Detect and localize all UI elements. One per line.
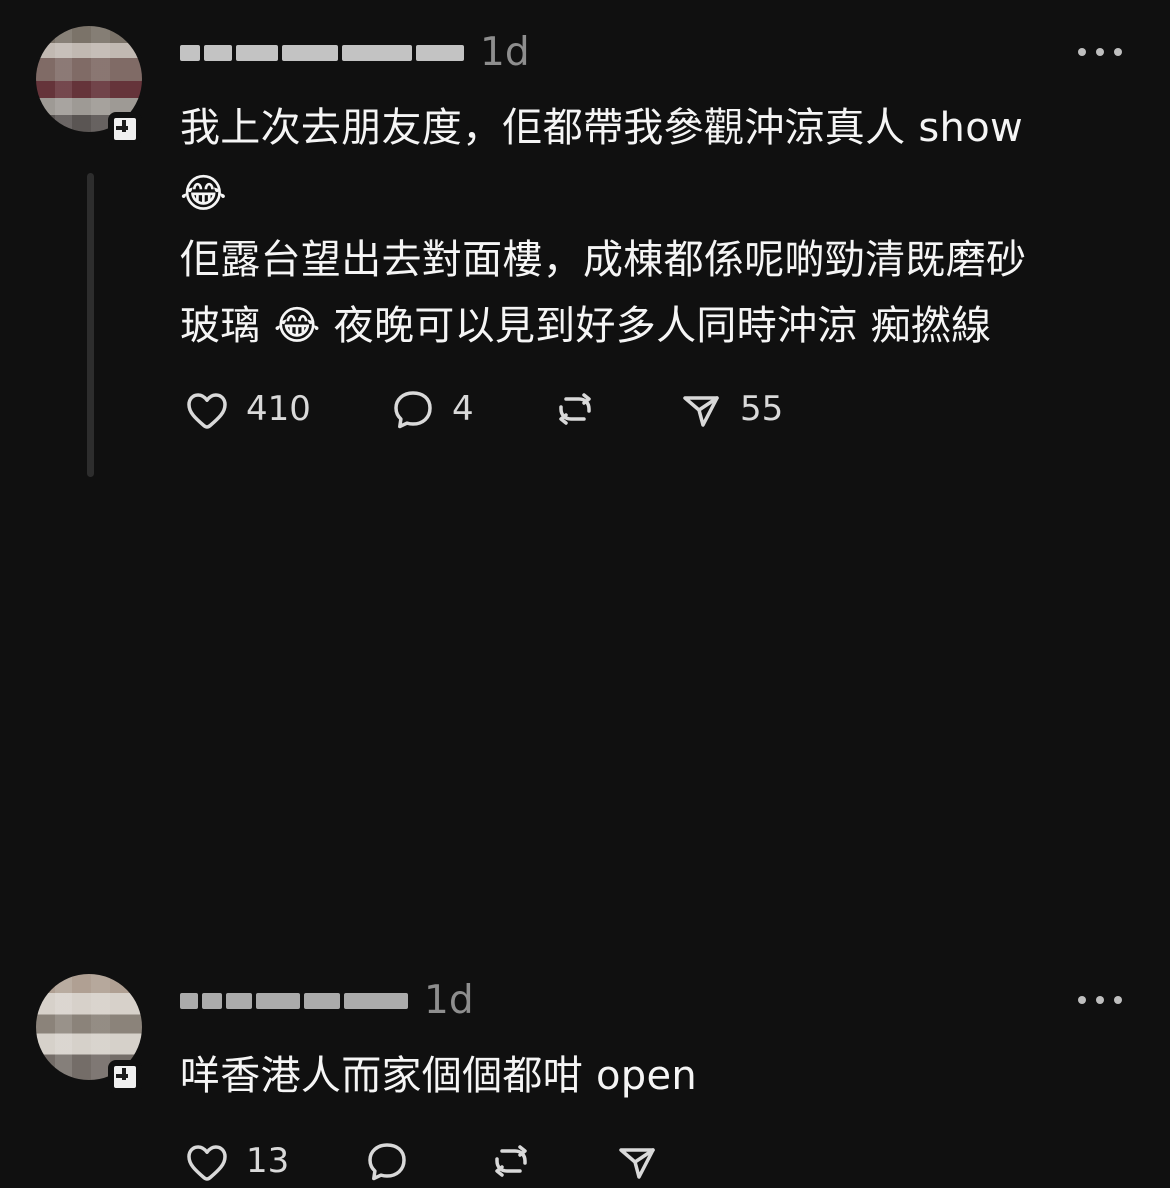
comment-actions: 13 xyxy=(180,1134,690,1188)
send-icon xyxy=(674,382,728,436)
comment-icon xyxy=(360,1134,414,1188)
repost-action[interactable] xyxy=(548,382,674,436)
send-icon xyxy=(610,1134,664,1188)
comment-line: 咩香港人而家個個都咁 open xyxy=(180,1053,698,1099)
share-count: 55 xyxy=(740,389,784,429)
like-count: 410 xyxy=(246,389,311,429)
follow-badge-icon[interactable] xyxy=(108,112,142,146)
comment-actions: 410 4 55 xyxy=(180,382,814,436)
comment-meta: u*** **** 1d xyxy=(180,33,530,72)
like-action[interactable]: 13 xyxy=(180,1134,360,1188)
username-blurred[interactable]: u*** **** xyxy=(180,34,464,72)
more-options-icon[interactable] xyxy=(1078,40,1122,64)
comment-line: 玻璃 😂 夜晚可以見到好多人同時沖涼 痴撚線 xyxy=(180,303,992,349)
comment-icon xyxy=(386,382,440,436)
comment-post-1: u*** **** 1d 我上次去朋友度，佢都帶我參觀沖涼真人 show 😂 佢… xyxy=(0,0,1170,480)
follow-badge-icon[interactable] xyxy=(108,1060,142,1094)
more-options-icon[interactable] xyxy=(1078,988,1122,1012)
thread-line xyxy=(87,173,94,477)
heart-icon xyxy=(180,1134,234,1188)
heart-icon xyxy=(180,382,234,436)
like-action[interactable]: 410 xyxy=(180,382,386,436)
reply-action[interactable] xyxy=(360,1134,484,1188)
repost-action[interactable] xyxy=(484,1134,610,1188)
comment-line: 😂 xyxy=(180,171,228,217)
reply-count: 4 xyxy=(452,389,474,429)
like-count: 13 xyxy=(246,1141,290,1181)
reply-action[interactable]: 4 xyxy=(386,382,548,436)
repost-icon xyxy=(548,382,602,436)
comment-text: 咩香港人而家個個都咁 open xyxy=(180,1043,1130,1109)
username-blurred[interactable]: n***** **** xyxy=(180,982,408,1020)
comment-line: 佢露台望出去對面樓，成棟都係呢啲勁清既磨砂 xyxy=(180,237,1027,283)
comment-text: 我上次去朋友度，佢都帶我參觀沖涼真人 show 😂 佢露台望出去對面樓，成棟都係… xyxy=(180,95,1130,359)
share-action[interactable] xyxy=(610,1134,690,1188)
comment-line: 我上次去朋友度，佢都帶我參觀沖涼真人 show xyxy=(180,105,1023,151)
share-action[interactable]: 55 xyxy=(674,382,814,436)
timestamp: 1d xyxy=(480,30,530,75)
timestamp: 1d xyxy=(424,978,474,1023)
repost-icon xyxy=(484,1134,538,1188)
comment-post-2: n***** **** 1d 咩香港人而家個個都咁 open 13 xyxy=(0,480,1170,1181)
comment-meta: n***** **** 1d xyxy=(180,981,474,1020)
